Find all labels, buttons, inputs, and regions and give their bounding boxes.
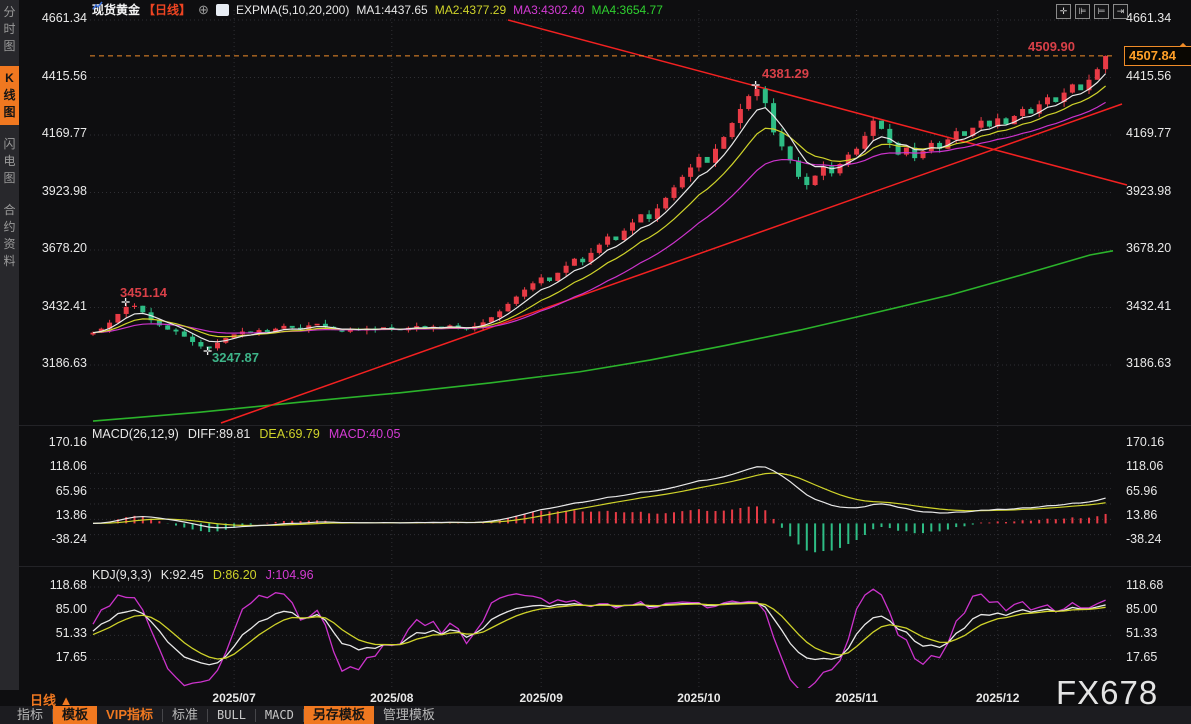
kdj-axis-label: 118.68 [1126, 578, 1188, 592]
kdj-axis-label: 17.65 [25, 650, 87, 664]
macd-axis-label: -38.24 [1126, 532, 1188, 546]
x-axis-tick: 2025/08 [362, 691, 422, 705]
price-axis-label: 3678.20 [25, 241, 87, 255]
macd-axis-label: 65.96 [25, 484, 87, 498]
kdj-params: KDJ(9,3,3) [92, 568, 152, 582]
axis-left-icon[interactable]: ⊫ [1075, 4, 1090, 19]
macd-axis-label: 170.16 [1126, 435, 1188, 449]
kdj-k-value: K:92.45 [161, 568, 204, 582]
x-axis-tick: 2025/12 [968, 691, 1028, 705]
ma3-value: MA3:4302.40 [513, 3, 584, 17]
macd-axis-label: 118.06 [1126, 459, 1188, 473]
price-axis-label: 3678.20 [1126, 241, 1188, 255]
swing-high-marker-icon: ✛ [121, 296, 130, 309]
kdj-axis-label: 85.00 [25, 602, 87, 616]
last-price-box: 4507.84 [1124, 46, 1191, 66]
price-axis-label: 4415.56 [1126, 69, 1188, 83]
sidebar-item-timeshare[interactable]: 分时图 [0, 0, 19, 59]
chart-header: 现货黄金 【日线】 ⊕ EXPMA(5,10,20,200) MA1:4437.… [92, 1, 663, 18]
macd-axis-label: 65.96 [1126, 484, 1188, 498]
ma2-value: MA2:4377.29 [435, 3, 506, 17]
price-axis-label: 3186.63 [25, 356, 87, 370]
kdj-axis-label: 51.33 [25, 626, 87, 640]
session-high-label: 4509.90 [1028, 39, 1075, 54]
tab-save-template[interactable]: 另存模板 [304, 706, 374, 724]
expma-chart-icon [216, 4, 229, 16]
add-indicator-icon[interactable]: ⊕ [198, 2, 209, 18]
kdj-axis-label: 51.33 [1126, 626, 1188, 640]
macd-axis-label: 13.86 [25, 508, 87, 522]
ma1-value: MA1:4437.65 [356, 3, 427, 17]
macd-diff-value: DIFF:89.81 [188, 427, 251, 441]
price-axis-label: 4169.77 [25, 126, 87, 140]
period-tag: 【日线】 [143, 1, 191, 18]
tab-bull[interactable]: BULL [208, 706, 255, 724]
tab-indicators[interactable]: 指标 [8, 706, 52, 724]
macd-dea-value: DEA:69.79 [259, 427, 319, 441]
expma-label: EXPMA(5,10,20,200) [236, 3, 349, 17]
sidebar-item-contract-info[interactable]: 合约资料 [0, 198, 19, 274]
kdj-axis-label: 85.00 [1126, 602, 1188, 616]
kdj-axis-label: 17.65 [1126, 650, 1188, 664]
x-axis-tick: 2025/09 [511, 691, 571, 705]
app-window: 分时图 K线图 闪电图 合约资料 现货黄金 【日线】 ⊕ EXPMA(5,10,… [0, 0, 1191, 724]
chart-canvas[interactable] [0, 0, 1191, 724]
panel-separator [19, 425, 1191, 426]
macd-header: MACD(26,12,9) DIFF:89.81 DEA:69.79 MACD:… [92, 427, 400, 441]
tab-manage-template[interactable]: 管理模板 [374, 706, 444, 724]
price-axis-label: 3923.98 [1126, 184, 1188, 198]
price-axis-label: 3186.63 [1126, 356, 1188, 370]
macd-macd-value: MACD:40.05 [329, 427, 401, 441]
axis-right-icon[interactable]: ⊨ [1094, 4, 1109, 19]
price-axis-label: 4661.34 [25, 11, 87, 25]
macd-params: MACD(26,12,9) [92, 427, 179, 441]
macd-axis-label: 13.86 [1126, 508, 1188, 522]
swing-high-marker-icon: ✛ [751, 79, 760, 92]
price-axis-label: 4169.77 [1126, 126, 1188, 140]
x-axis: 日线 ▲ 2025/07 2025/08 2025/09 2025/10 202… [0, 690, 1191, 706]
swing-low-label: 3247.87 [212, 350, 259, 365]
price-axis-label: 3432.41 [25, 299, 87, 313]
kdj-d-value: D:86.20 [213, 568, 257, 582]
kdj-axis-label: 118.68 [25, 578, 87, 592]
tab-standard[interactable]: 标准 [163, 706, 207, 724]
price-axis-label: 3923.98 [25, 184, 87, 198]
exit-chart-icon[interactable]: ⇥ [1113, 4, 1128, 19]
bottom-toolbar: 指标 模板 VIP指标 标准 BULL MACD 另存模板 管理模板 [0, 706, 1191, 724]
macd-axis-label: 118.06 [25, 459, 87, 473]
kdj-j-value: J:104.96 [266, 568, 314, 582]
x-axis-tick: 2025/10 [669, 691, 729, 705]
tab-templates[interactable]: 模板 [53, 706, 97, 724]
tab-macd[interactable]: MACD [256, 706, 303, 724]
macd-axis-label: 170.16 [25, 435, 87, 449]
swing-low-marker-icon: ✛ [203, 345, 212, 358]
chart-type-sidebar: 分时图 K线图 闪电图 合约资料 [0, 0, 19, 690]
price-axis-label: 4415.56 [25, 69, 87, 83]
ma4-value: MA4:3654.77 [592, 3, 663, 17]
macd-axis-label: -38.24 [25, 532, 87, 546]
crosshair-icon[interactable]: ✛ [1056, 4, 1071, 19]
chart-toolbar-icons: ✛ ⊫ ⊨ ⇥ [1056, 4, 1128, 19]
x-axis-tick: 2025/11 [827, 691, 887, 705]
price-axis-label: 3432.41 [1126, 299, 1188, 313]
tab-vip-indicators[interactable]: VIP指标 [97, 706, 162, 724]
price-axis-label: 4661.34 [1126, 11, 1188, 25]
panel-separator [19, 566, 1191, 567]
x-axis-tick: 2025/07 [204, 691, 264, 705]
sidebar-item-lightning[interactable]: 闪电图 [0, 132, 19, 191]
sidebar-item-kline[interactable]: K线图 [0, 66, 19, 125]
kdj-header: KDJ(9,3,3) K:92.45 D:86.20 J:104.96 [92, 568, 314, 582]
swing-high-label: 4381.29 [762, 66, 809, 81]
